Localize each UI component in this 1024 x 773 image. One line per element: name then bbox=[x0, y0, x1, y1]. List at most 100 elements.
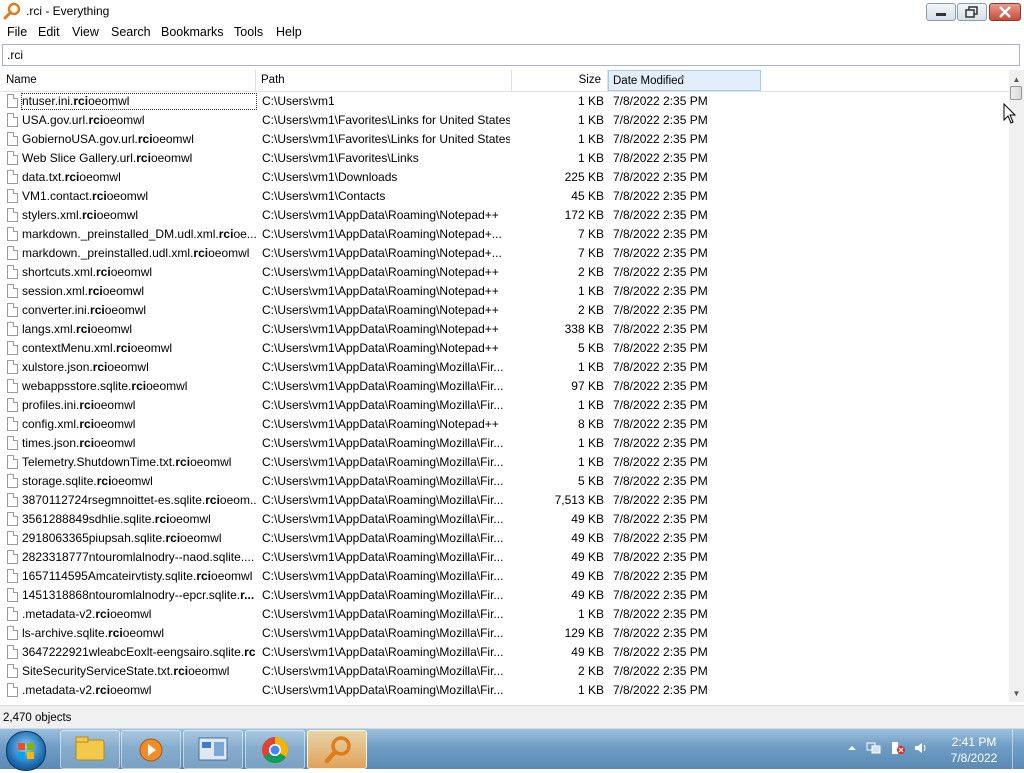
minimize-button[interactable] bbox=[926, 3, 956, 21]
file-name-cell[interactable]: session.xml.rcioeomwl bbox=[22, 284, 256, 299]
table-row[interactable]: USA.gov.url.rcioeomwl C:\Users\vm1\Favori… bbox=[0, 111, 1009, 130]
show-hidden-icons-icon[interactable] bbox=[845, 741, 859, 755]
file-name-cell[interactable]: Web Slice Gallery.url.rcioeomwl bbox=[22, 151, 256, 166]
table-row[interactable]: 3647222921wleabcEoxlt-eengsairo.sqlite.r… bbox=[0, 643, 1009, 662]
table-row[interactable]: profiles.ini.rcioeomwl C:\Users\vm1\AppDa… bbox=[0, 396, 1009, 415]
table-row[interactable]: storage.sqlite.rcioeomwl C:\Users\vm1\App… bbox=[0, 472, 1009, 491]
file-name-cell[interactable]: 3561288849sdhlie.sqlite.rcioeomwl bbox=[22, 512, 256, 527]
table-row[interactable]: config.xml.rcioeomwl C:\Users\vm1\AppData… bbox=[0, 415, 1009, 434]
table-row[interactable]: data.txt.rcioeomwl C:\Users\vm1\Downloads… bbox=[0, 168, 1009, 187]
file-name-match: rc... bbox=[244, 645, 256, 659]
taskbar-explorer[interactable] bbox=[60, 730, 120, 769]
file-name-cell[interactable]: storage.sqlite.rcioeomwl bbox=[22, 474, 256, 489]
table-row[interactable]: SiteSecurityServiceState.txt.rcioeomwl C:… bbox=[0, 662, 1009, 681]
table-row[interactable]: 2918063365piupsah.sqlite.rcioeomwl C:\Use… bbox=[0, 529, 1009, 548]
file-name-cell[interactable]: SiteSecurityServiceState.txt.rcioeomwl bbox=[22, 664, 256, 679]
file-name-cell[interactable]: langs.xml.rcioeomwl bbox=[22, 322, 256, 337]
file-name-cell[interactable]: times.json.rcioeomwl bbox=[22, 436, 256, 451]
table-row[interactable]: webappsstore.sqlite.rcioeomwl C:\Users\vm… bbox=[0, 377, 1009, 396]
menu-view[interactable]: View bbox=[72, 25, 99, 39]
file-name-cell[interactable]: 3647222921wleabcEoxlt-eengsairo.sqlite.r… bbox=[22, 645, 256, 660]
show-desktop-button[interactable] bbox=[1012, 729, 1024, 769]
table-row[interactable]: 1657114595Amcateirvtisty.sqlite.rcioeomw… bbox=[0, 567, 1009, 586]
table-row[interactable]: xulstore.json.rcioeomwl C:\Users\vm1\AppD… bbox=[0, 358, 1009, 377]
table-row[interactable]: 3561288849sdhlie.sqlite.rcioeomwl C:\User… bbox=[0, 510, 1009, 529]
taskbar-control-panel[interactable] bbox=[183, 730, 243, 769]
menu-search[interactable]: Search bbox=[111, 25, 151, 39]
table-row[interactable]: 3870112724rsegmnoittet-es.sqlite.rcioeom… bbox=[0, 491, 1009, 510]
menu-edit[interactable]: Edit bbox=[38, 25, 60, 39]
action-center-icon[interactable] bbox=[890, 741, 905, 755]
file-name-cell[interactable]: .metadata-v2.rcioeomwl bbox=[22, 607, 256, 622]
file-name-cell[interactable]: converter.ini.rcioeomwl bbox=[22, 303, 256, 318]
file-name-cell[interactable]: ls-archive.sqlite.rcioeomwl bbox=[22, 626, 256, 641]
table-row[interactable]: Web Slice Gallery.url.rcioeomwl C:\Users\… bbox=[0, 149, 1009, 168]
column-header-size[interactable]: Size bbox=[512, 70, 608, 91]
table-row[interactable]: 2823318777ntouromlalnodry--naod.sqlite..… bbox=[0, 548, 1009, 567]
table-row[interactable]: VM1.contact.rcioeomwl C:\Users\vm1\Contac… bbox=[0, 187, 1009, 206]
file-name-cell[interactable]: 1657114595Amcateirvtisty.sqlite.rcioeomw… bbox=[22, 569, 256, 584]
table-row[interactable]: session.xml.rcioeomwl C:\Users\vm1\AppDat… bbox=[0, 282, 1009, 301]
file-name-cell[interactable]: VM1.contact.rcioeomwl bbox=[22, 189, 256, 204]
start-button[interactable] bbox=[6, 731, 46, 771]
menu-bookmarks[interactable]: Bookmarks bbox=[161, 25, 224, 39]
table-row[interactable]: 1451318868ntouromlalnodry--epcr.sqlite.r… bbox=[0, 586, 1009, 605]
close-button[interactable] bbox=[989, 3, 1021, 21]
file-name-cell[interactable]: .metadata-v2.rcioeomwl bbox=[22, 683, 256, 698]
menu-tools[interactable]: Tools bbox=[234, 25, 263, 39]
taskbar-chrome[interactable] bbox=[245, 730, 305, 769]
file-name-cell[interactable]: stylers.xml.rcioeomwl bbox=[22, 208, 256, 223]
search-box[interactable] bbox=[2, 44, 1020, 66]
file-name-cell[interactable]: shortcuts.xml.rcioeomwl bbox=[22, 265, 256, 280]
table-row[interactable]: ntuser.ini.rcioeomwl C:\Users\vm1 1 KB 7/8/… bbox=[0, 92, 1009, 111]
table-row[interactable]: converter.ini.rcioeomwl C:\Users\vm1\AppD… bbox=[0, 301, 1009, 320]
table-row[interactable]: stylers.xml.rcioeomwl C:\Users\vm1\AppDat… bbox=[0, 206, 1009, 225]
scroll-thumb[interactable] bbox=[1010, 86, 1022, 100]
table-row[interactable]: ls-archive.sqlite.rcioeomwl C:\Users\vm1\… bbox=[0, 624, 1009, 643]
file-name-cell[interactable]: 2918063365piupsah.sqlite.rcioeomwl bbox=[22, 531, 256, 546]
menu-file[interactable]: File bbox=[7, 25, 27, 39]
file-date-cell: 7/8/2022 2:35 PM bbox=[613, 493, 708, 507]
table-row[interactable]: Telemetry.ShutdownTime.txt.rcioeomwl C:\U… bbox=[0, 453, 1009, 472]
file-path-cell: C:\Users\vm1\AppData\Roaming\Notepad++ bbox=[262, 208, 499, 222]
file-name-cell[interactable]: 1451318868ntouromlalnodry--epcr.sqlite.r… bbox=[22, 588, 256, 603]
table-row[interactable]: contextMenu.xml.rcioeomwl C:\Users\vm1\Ap… bbox=[0, 339, 1009, 358]
file-name-cell[interactable]: Telemetry.ShutdownTime.txt.rcioeomwl bbox=[22, 455, 256, 470]
system-clock[interactable]: 2:41 PM 7/8/2022 bbox=[944, 735, 1004, 765]
column-header-name[interactable]: Name bbox=[0, 70, 256, 91]
column-header-path[interactable]: Path bbox=[256, 70, 512, 91]
table-row[interactable]: shortcuts.xml.rcioeomwl C:\Users\vm1\AppD… bbox=[0, 263, 1009, 282]
file-name-cell[interactable]: xulstore.json.rcioeomwl bbox=[22, 360, 256, 375]
table-row[interactable]: markdown._preinstalled.udl.xml.rcioeomwl… bbox=[0, 244, 1009, 263]
file-name-cell[interactable]: webappsstore.sqlite.rcioeomwl bbox=[22, 379, 256, 394]
file-name-cell[interactable]: 2823318777ntouromlalnodry--naod.sqlite..… bbox=[22, 550, 256, 565]
table-row[interactable]: .metadata-v2.rcioeomwl C:\Users\vm1\AppDa… bbox=[0, 605, 1009, 624]
table-row[interactable]: .metadata-v2.rcioeomwl C:\Users\vm1\AppDa… bbox=[0, 681, 1009, 700]
table-row[interactable]: markdown._preinstalled_DM.udl.xml.rcioe.… bbox=[0, 225, 1009, 244]
search-input[interactable] bbox=[7, 47, 1007, 62]
taskbar-everything[interactable] bbox=[307, 730, 367, 769]
file-name-cell[interactable]: markdown._preinstalled.udl.xml.rcioeomwl bbox=[22, 246, 256, 261]
table-row[interactable]: times.json.rcioeomwl C:\Users\vm1\AppData… bbox=[0, 434, 1009, 453]
volume-icon[interactable] bbox=[913, 741, 927, 755]
restore-button[interactable] bbox=[957, 3, 987, 21]
file-name-cell[interactable]: 3870112724rsegmnoittet-es.sqlite.rcioeom… bbox=[22, 493, 256, 508]
table-row[interactable]: langs.xml.rcioeomwl C:\Users\vm1\AppData\… bbox=[0, 320, 1009, 339]
file-name-cell[interactable]: markdown._preinstalled_DM.udl.xml.rcioe.… bbox=[22, 227, 256, 242]
file-name-cell[interactable]: profiles.ini.rcioeomwl bbox=[22, 398, 256, 413]
file-name-cell[interactable]: GobiernoUSA.gov.url.rcioeomwl bbox=[22, 132, 256, 147]
vertical-scrollbar[interactable]: ▲ ▼ bbox=[1009, 70, 1024, 702]
menu-help[interactable]: Help bbox=[276, 25, 302, 39]
column-header-date-modified[interactable]: Date Modified ▼ bbox=[608, 70, 761, 91]
file-name-match: rci bbox=[96, 265, 111, 279]
windows-logo-icon bbox=[18, 743, 34, 759]
scroll-down-arrow-icon[interactable]: ▼ bbox=[1009, 686, 1024, 702]
file-name-cell[interactable]: data.txt.rcioeomwl bbox=[22, 170, 256, 185]
network-icon[interactable] bbox=[866, 741, 881, 755]
file-name-cell[interactable]: ntuser.ini.rcioeomwl bbox=[21, 93, 257, 110]
file-name-cell[interactable]: config.xml.rcioeomwl bbox=[22, 417, 256, 432]
table-row[interactable]: GobiernoUSA.gov.url.rcioeomwl C:\Users\vm… bbox=[0, 130, 1009, 149]
file-name-cell[interactable]: contextMenu.xml.rcioeomwl bbox=[22, 341, 256, 356]
file-name-cell[interactable]: USA.gov.url.rcioeomwl bbox=[22, 113, 256, 128]
taskbar-media-player[interactable] bbox=[121, 730, 181, 769]
